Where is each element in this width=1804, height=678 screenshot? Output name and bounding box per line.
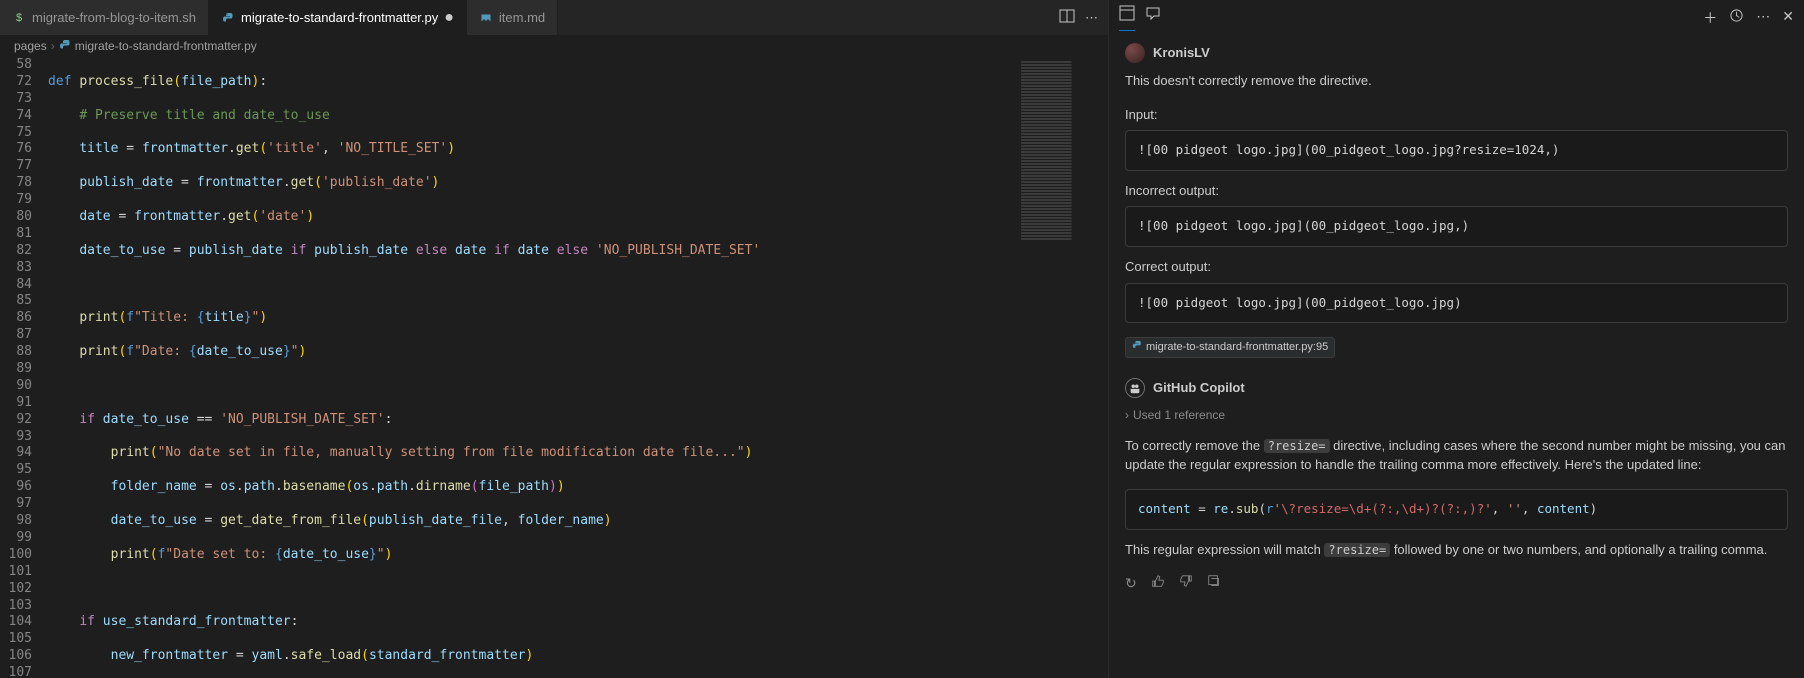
copilot-code: content = re.sub(r'\?resize=\d+(?:,\d+)?…	[1125, 489, 1788, 530]
split-editor-icon[interactable]	[1059, 8, 1075, 27]
chat-user-header: KronisLV	[1125, 43, 1788, 63]
used-reference[interactable]: Used 1 reference	[1125, 406, 1788, 424]
label-correct: Correct output:	[1125, 257, 1788, 277]
tab-bar: $ migrate-from-blog-to-item.sh migrate-t…	[0, 0, 1108, 35]
chevron-right-icon: ›	[51, 39, 55, 53]
chat-content[interactable]: KronisLV This doesn't correctly remove t…	[1109, 35, 1804, 678]
label-input: Input:	[1125, 105, 1788, 125]
breadcrumb-file: migrate-to-standard-frontmatter.py	[75, 39, 257, 53]
history-icon[interactable]	[1729, 8, 1744, 28]
thumbs-up-icon[interactable]	[1151, 573, 1165, 594]
tab-label: item.md	[499, 10, 545, 25]
username: KronisLV	[1153, 43, 1210, 63]
tab-migrate-from-blog[interactable]: $ migrate-from-blog-to-item.sh	[0, 0, 209, 35]
new-chat-icon[interactable]: ＋	[1703, 8, 1717, 28]
copilot-name: GitHub Copilot	[1153, 378, 1245, 398]
inline-code: ?resize=	[1324, 543, 1390, 557]
code-input: ![00 pidgeot logo.jpg](00_pidgeot_logo.j…	[1125, 130, 1788, 171]
file-reference-chip[interactable]: migrate-to-standard-frontmatter.py:95	[1125, 337, 1335, 358]
avatar	[1125, 43, 1145, 63]
chat-toolbar: ＋ ⋯ ✕	[1109, 0, 1804, 35]
chat-pane: ＋ ⋯ ✕ KronisLV This doesn't correctly re…	[1109, 0, 1804, 678]
minimap[interactable]	[1018, 57, 1108, 678]
close-icon[interactable]: ✕	[1782, 8, 1794, 28]
file-ref-label: migrate-to-standard-frontmatter.py:95	[1146, 339, 1328, 356]
python-icon	[1132, 340, 1142, 355]
chat-tab-icon[interactable]	[1119, 5, 1135, 31]
user-message: This doesn't correctly remove the direct…	[1125, 71, 1788, 91]
tab-label: migrate-from-blog-to-item.sh	[32, 10, 196, 25]
chat-message-actions: ↻	[1125, 573, 1788, 594]
copilot-header: GitHub Copilot	[1125, 378, 1788, 398]
code-incorrect: ![00 pidgeot logo.jpg](00_pidgeot_logo.j…	[1125, 206, 1788, 247]
inline-code: ?resize=	[1264, 439, 1330, 453]
copilot-icon	[1125, 378, 1145, 398]
bash-icon: $	[12, 11, 26, 25]
insert-icon[interactable]	[1207, 573, 1221, 594]
copilot-answer-p2: This regular expression will match ?resi…	[1125, 540, 1788, 560]
breadcrumb-folder: pages	[14, 39, 47, 53]
dirty-indicator-icon: ●	[444, 9, 454, 27]
python-icon	[59, 39, 71, 54]
breadcrumb[interactable]: pages › migrate-to-standard-frontmatter.…	[0, 35, 1108, 57]
tab-label: migrate-to-standard-frontmatter.py	[241, 10, 438, 25]
line-number-gutter: 5872737475767778798081828384858687888990…	[0, 57, 48, 678]
thumbs-down-icon[interactable]	[1179, 573, 1193, 594]
more-actions-icon[interactable]: ⋯	[1085, 10, 1098, 26]
copilot-answer-p1: To correctly remove the ?resize= directi…	[1125, 436, 1788, 475]
editor-body[interactable]: 5872737475767778798081828384858687888990…	[0, 57, 1108, 678]
more-icon[interactable]: ⋯	[1756, 8, 1770, 28]
tab-migrate-to-standard[interactable]: migrate-to-standard-frontmatter.py ●	[209, 0, 467, 35]
python-icon	[221, 11, 235, 25]
editor-pane: $ migrate-from-blog-to-item.sh migrate-t…	[0, 0, 1109, 678]
markdown-icon	[479, 11, 493, 25]
code-correct: ![00 pidgeot logo.jpg](00_pidgeot_logo.j…	[1125, 283, 1788, 324]
editor-tab-actions: ⋯	[1059, 0, 1108, 35]
tab-item-md[interactable]: item.md	[467, 0, 558, 35]
retry-icon[interactable]: ↻	[1125, 573, 1137, 594]
label-incorrect: Incorrect output:	[1125, 181, 1788, 201]
chat-view-icon[interactable]	[1145, 5, 1161, 31]
code-content[interactable]: def process_file(file_path): # Preserve …	[48, 57, 1018, 678]
